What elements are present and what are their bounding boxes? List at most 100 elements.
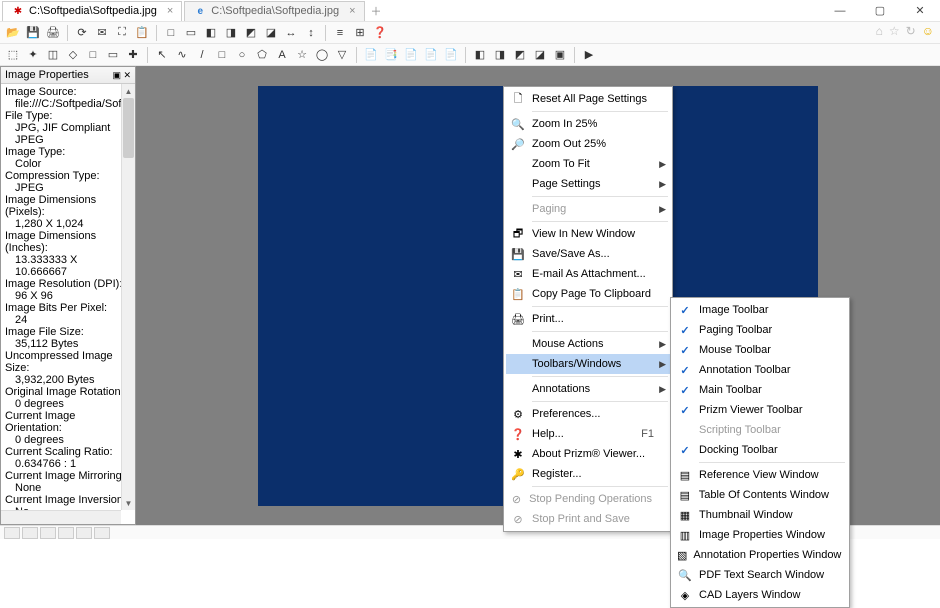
anno-toolbar-button-14[interactable]: A [273,46,291,64]
anno-toolbar-button-2[interactable]: ◫ [44,46,62,64]
sub-item-annotation-properties-window[interactable]: ▧Annotation Properties Window [673,545,847,565]
scroll-down-icon[interactable]: ▼ [122,496,135,510]
anno-toolbar-button-6[interactable]: ✚ [124,46,142,64]
sub-item-prizm-viewer-toolbar[interactable]: ✓Prizm Viewer Toolbar [673,400,847,420]
anno-toolbar-button-28[interactable]: ◪ [531,46,549,64]
main-toolbar-button-14[interactable]: ◪ [262,24,280,42]
tab-1-close-icon[interactable]: × [349,5,355,17]
main-toolbar-button-2[interactable]: 🖨 [44,24,62,42]
main-toolbar-button-9[interactable]: □ [162,24,180,42]
main-toolbar-button-5[interactable]: ✉ [93,24,111,42]
main-toolbar-button-20[interactable]: ❓ [371,24,389,42]
anno-toolbar-button-25[interactable]: ◧ [471,46,489,64]
anno-toolbar-button-16[interactable]: ◯ [313,46,331,64]
ctx-item-zoom-out-25[interactable]: 🔎Zoom Out 25% [506,134,670,154]
anno-toolbar-button-31[interactable]: ▶ [580,46,598,64]
ctx-item-view-in-new-window[interactable]: 🗗View In New Window [506,224,670,244]
ctx-item-e-mail-as-attachment[interactable]: ✉E-mail As Attachment... [506,264,670,284]
main-toolbar-button-1[interactable]: 💾 [24,24,42,42]
bottom-tab-3[interactable] [40,527,56,539]
bottom-tab-4[interactable] [58,527,74,539]
main-toolbar-button-16[interactable]: ↕ [302,24,320,42]
feedback-icon[interactable]: ☺ [922,24,934,38]
main-toolbar-button-11[interactable]: ◧ [202,24,220,42]
anno-toolbar-button-10[interactable]: / [193,46,211,64]
anno-toolbar-button-27[interactable]: ◩ [511,46,529,64]
sub-item-annotation-toolbar[interactable]: ✓Annotation Toolbar [673,360,847,380]
main-toolbar-button-15[interactable]: ↔ [282,24,300,42]
sub-item-image-toolbar[interactable]: ✓Image Toolbar [673,300,847,320]
bottom-tab-1[interactable] [4,527,20,539]
anno-toolbar-button-3[interactable]: ◇ [64,46,82,64]
main-toolbar-button-18[interactable]: ≡ [331,24,349,42]
ctx-item-zoom-in-25[interactable]: 🔍Zoom In 25% [506,114,670,134]
anno-toolbar-button-23[interactable]: 📄 [442,46,460,64]
sub-item-docking-toolbar[interactable]: ✓Docking Toolbar [673,440,847,460]
ctx-item-save-save-as[interactable]: 💾Save/Save As... [506,244,670,264]
ctx-item-mouse-actions[interactable]: Mouse Actions▶ [506,334,670,354]
ctx-item-zoom-to-fit[interactable]: Zoom To Fit▶ [506,154,670,174]
ctx-item-about-prizm-viewer[interactable]: ✱About Prizm® Viewer... [506,444,670,464]
anno-toolbar-button-19[interactable]: 📄 [362,46,380,64]
main-toolbar-button-4[interactable]: ⟳ [73,24,91,42]
anno-toolbar-button-4[interactable]: □ [84,46,102,64]
ctx-item-copy-page-to-clipboard[interactable]: 📋Copy Page To Clipboard [506,284,670,304]
minimize-button[interactable]: — [820,0,860,22]
anno-toolbar-button-5[interactable]: ▭ [104,46,122,64]
panel-hscrollbar[interactable] [1,510,121,524]
new-tab-button[interactable]: ＋ [371,3,382,19]
scroll-up-icon[interactable]: ▲ [122,84,135,98]
main-toolbar-button-10[interactable]: ▭ [182,24,200,42]
main-toolbar-button-12[interactable]: ◨ [222,24,240,42]
panel-pin-icon[interactable]: ▣ ✕ [112,70,131,81]
anno-toolbar-button-21[interactable]: 📄 [402,46,420,64]
sub-item-reference-view-window[interactable]: ▤Reference View Window [673,465,847,485]
anno-toolbar-button-22[interactable]: 📄 [422,46,440,64]
anno-toolbar-button-0[interactable]: ⬚ [4,46,22,64]
anno-toolbar-button-20[interactable]: 📑 [382,46,400,64]
anno-toolbar-button-26[interactable]: ◨ [491,46,509,64]
ctx-item-print[interactable]: 🖨Print... [506,309,670,329]
bottom-tab-5[interactable] [76,527,92,539]
home-icon[interactable]: ⌂ [876,24,883,38]
main-toolbar-button-6[interactable]: ⛶ [113,24,131,42]
favorites-icon[interactable]: ☆ [889,24,900,38]
tab-1[interactable]: e C:\Softpedia\Softpedia.jpg × [184,1,364,21]
refresh-icon[interactable]: ↻ [906,24,916,38]
scroll-thumb[interactable] [123,98,134,158]
anno-toolbar-button-11[interactable]: □ [213,46,231,64]
ctx-item-preferences[interactable]: ⚙Preferences... [506,404,670,424]
sub-item-paging-toolbar[interactable]: ✓Paging Toolbar [673,320,847,340]
panel-vscrollbar[interactable]: ▲ ▼ [121,84,135,510]
anno-toolbar-button-13[interactable]: ⬠ [253,46,271,64]
sub-item-main-toolbar[interactable]: ✓Main Toolbar [673,380,847,400]
anno-toolbar-button-29[interactable]: ▣ [551,46,569,64]
sub-item-pdf-text-search-window[interactable]: 🔍PDF Text Search Window [673,565,847,585]
ctx-item-toolbars-windows[interactable]: Toolbars/Windows▶ [506,354,670,374]
main-toolbar-button-7[interactable]: 📋 [133,24,151,42]
anno-toolbar-button-17[interactable]: ▽ [333,46,351,64]
tab-0-close-icon[interactable]: × [167,5,173,17]
ctx-item-annotations[interactable]: Annotations▶ [506,379,670,399]
main-toolbar-button-0[interactable]: 📂 [4,24,22,42]
bottom-tab-2[interactable] [22,527,38,539]
anno-toolbar-button-9[interactable]: ∿ [173,46,191,64]
sub-item-cad-layers-window[interactable]: ◈CAD Layers Window [673,585,847,605]
ctx-item-register[interactable]: 🔑Register... [506,464,670,484]
sub-item-thumbnail-window[interactable]: ▦Thumbnail Window [673,505,847,525]
anno-toolbar-button-15[interactable]: ☆ [293,46,311,64]
ctx-item-reset-all-page-settings[interactable]: 🗋Reset All Page Settings [506,89,670,109]
maximize-button[interactable]: ▢ [860,0,900,22]
main-toolbar-button-13[interactable]: ◩ [242,24,260,42]
ctx-item-help[interactable]: ❓Help...F1 [506,424,670,444]
sub-item-mouse-toolbar[interactable]: ✓Mouse Toolbar [673,340,847,360]
main-toolbar-button-19[interactable]: ⊞ [351,24,369,42]
anno-toolbar-button-12[interactable]: ○ [233,46,251,64]
anno-toolbar-button-8[interactable]: ↖ [153,46,171,64]
tab-0[interactable]: ✱ C:\Softpedia\Softpedia.jpg × [2,1,182,21]
close-button[interactable]: ✕ [900,0,940,22]
anno-toolbar-button-1[interactable]: ✦ [24,46,42,64]
bottom-tab-6[interactable] [94,527,110,539]
sub-item-table-of-contents-window[interactable]: ▤Table Of Contents Window [673,485,847,505]
sub-item-image-properties-window[interactable]: ▥Image Properties Window [673,525,847,545]
